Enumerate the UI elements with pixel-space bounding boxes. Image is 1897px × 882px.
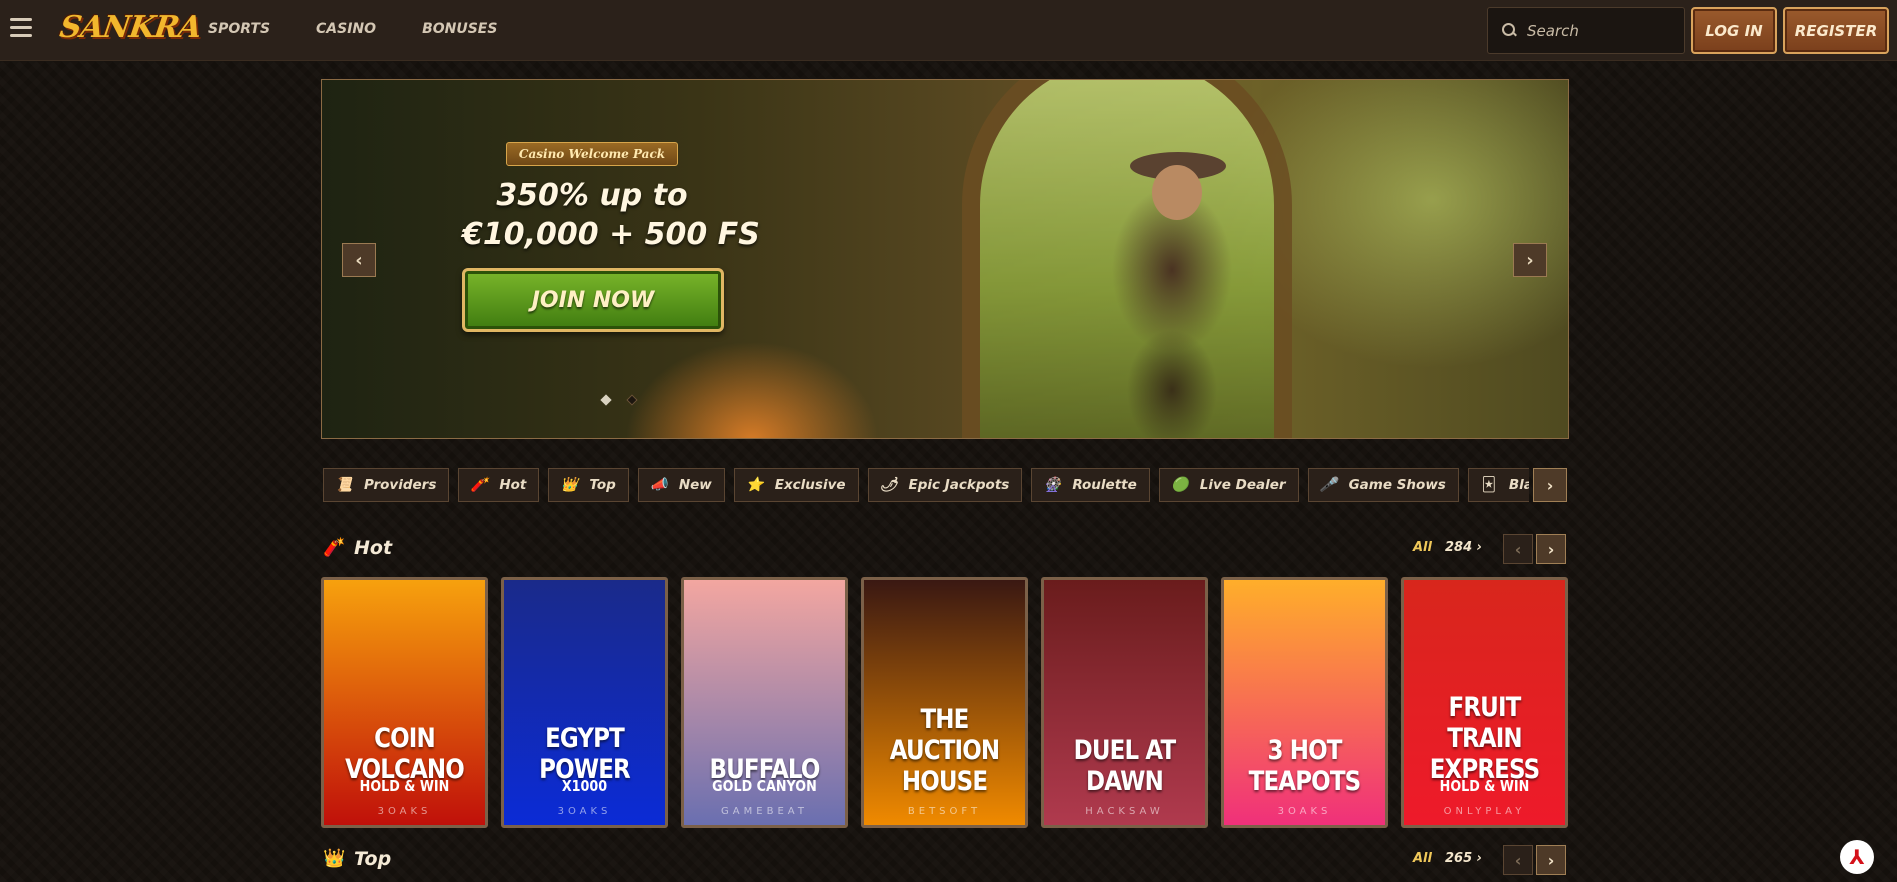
game-title: 3 HOT TEAPOTS [1248, 735, 1362, 797]
promo-title-line2: €10,000 + 500 FS [462, 217, 760, 252]
game-provider: BETSOFT [907, 806, 982, 817]
nav-bonuses[interactable]: BONUSES [422, 21, 497, 37]
main-nav: SPORTS CASINO BONUSES [208, 21, 497, 37]
game-title: DUEL AT DAWN [1073, 735, 1177, 797]
category-game-shows[interactable]: 🎤 Game Shows [1307, 468, 1459, 502]
game-tile[interactable]: FRUIT TRAIN EXPRESS HOLD & WIN ONLYPLAY [1401, 577, 1568, 828]
megaphone-icon: 📣 [650, 477, 668, 493]
hero-banner[interactable]: Casino Welcome Pack 350% up to €10,000 +… [321, 79, 1569, 439]
section-next-button[interactable]: › [1536, 534, 1566, 564]
top-header: SANKRA SPORTS CASINO BONUSES LOG IN REGI… [0, 0, 1897, 61]
category-providers[interactable]: 📜 Providers [323, 468, 450, 502]
chip-icon: 🟢 [1171, 477, 1189, 493]
category-label: Top [589, 477, 616, 493]
game-provider: ONLYPLAY [1443, 806, 1526, 817]
hot-games-row: COIN VOLCANO HOLD & WIN 3OAKS EGYPT POWER X1… [321, 577, 1568, 828]
section-title: Hot [354, 537, 393, 559]
game-subtitle: X1000 [561, 777, 608, 795]
game-tile[interactable]: DUEL AT DAWN HACKSAW [1041, 577, 1208, 828]
section-top-header: 👑 Top All 265 › ‹ › [323, 845, 1569, 875]
game-tile[interactable]: BUFFALO GOLD CANYON GAMEBEAT [681, 577, 848, 828]
dynamite-icon: 🧨 [323, 537, 346, 558]
category-live-dealer[interactable]: 🟢 Live Dealer [1158, 468, 1299, 502]
category-label: Game Shows [1348, 477, 1446, 493]
game-title: EGYPT POWER [539, 723, 631, 785]
carousel-dot-2[interactable] [626, 394, 638, 406]
roulette-icon: 🎡 [1043, 477, 1062, 493]
hero-prev-button[interactable]: ‹ [342, 243, 376, 277]
logo[interactable]: SANKRA [58, 10, 204, 45]
game-provider: 3OAKS [557, 806, 612, 817]
game-provider: 3OAKS [377, 806, 432, 817]
category-label: Providers [364, 477, 437, 493]
game-count-link[interactable]: 265 › [1445, 851, 1482, 866]
hero-head-image [1152, 165, 1202, 220]
game-title: THE AUCTION HOUSE [889, 704, 1000, 797]
game-tile[interactable]: COIN VOLCANO HOLD & WIN 3OAKS [321, 577, 488, 828]
promo-title-line1: 350% up to [496, 178, 688, 213]
section-prev-button[interactable]: ‹ [1503, 845, 1533, 875]
game-tile[interactable]: EGYPT POWER X1000 3OAKS [501, 577, 668, 828]
category-hot[interactable]: 🧨 Hot [458, 468, 540, 502]
category-label: New [678, 477, 712, 493]
chili-icon: 🌶 [879, 477, 898, 493]
register-button[interactable]: REGISTER [1783, 7, 1889, 54]
category-label: Hot [499, 477, 527, 493]
category-roulette[interactable]: 🎡 Roulette [1031, 468, 1150, 502]
nav-sports[interactable]: SPORTS [208, 21, 270, 37]
see-all-link[interactable]: All [1413, 851, 1432, 866]
category-epic-jackpots[interactable]: 🌶 Epic Jackpots [867, 468, 1023, 502]
category-exclusive[interactable]: ⭐ Exclusive [733, 468, 859, 502]
hero-content: Casino Welcome Pack 350% up to €10,000 +… [462, 142, 760, 332]
section-hot-header: 🧨 Hot All 284 › ‹ › [323, 534, 1569, 564]
game-tile[interactable]: THE AUCTION HOUSE BETSOFT [861, 577, 1028, 828]
category-label: Exclusive [774, 477, 846, 493]
game-provider: HACKSAW [1085, 806, 1164, 817]
category-label: Roulette [1072, 477, 1137, 493]
category-blackjack[interactable]: 🃏 Blackjack [1467, 468, 1529, 502]
categories-next-button[interactable]: › [1533, 468, 1567, 502]
game-tile[interactable]: 3 HOT TEAPOTS 3OAKS [1221, 577, 1388, 828]
dynamite-icon: 🧨 [470, 477, 489, 493]
category-new[interactable]: 📣 New [637, 468, 725, 502]
crown-icon: 👑 [560, 477, 579, 493]
promo-badge: Casino Welcome Pack [505, 142, 679, 166]
search-input[interactable] [1527, 21, 1677, 40]
hero-next-button[interactable]: › [1513, 243, 1547, 277]
see-all-link[interactable]: All [1413, 540, 1432, 555]
carousel-dot-1[interactable] [600, 394, 612, 406]
scroll-icon: 📜 [335, 477, 353, 493]
section-next-button[interactable]: › [1536, 845, 1566, 875]
game-subtitle: HOLD & WIN [359, 777, 450, 795]
game-provider: GAMEBEAT [721, 806, 808, 817]
game-count-link[interactable]: 284 › [1445, 540, 1482, 555]
category-top[interactable]: 👑 Top [548, 468, 629, 502]
category-label: Blackjack [1508, 477, 1529, 493]
section-prev-button[interactable]: ‹ [1503, 534, 1533, 564]
join-now-button[interactable]: JOIN NOW [462, 268, 724, 332]
crown-icon: 👑 [323, 848, 346, 869]
section-title: Top [354, 848, 392, 870]
category-label: Live Dealer [1199, 477, 1286, 493]
game-title: FRUIT TRAIN EXPRESS [1429, 692, 1540, 785]
nav-casino[interactable]: CASINO [316, 21, 376, 37]
microphone-icon: 🎤 [1319, 477, 1338, 493]
category-label: Epic Jackpots [908, 477, 1010, 493]
search-icon [1502, 23, 1517, 38]
game-title: COIN VOLCANO [345, 723, 465, 785]
carousel-dots [600, 394, 638, 406]
game-provider: 3OAKS [1277, 806, 1332, 817]
star-icon: ⭐ [746, 477, 764, 493]
pdf-icon[interactable]: ⅄ [1840, 840, 1874, 874]
login-button[interactable]: LOG IN [1691, 7, 1777, 54]
search-box[interactable] [1487, 7, 1685, 54]
game-subtitle: HOLD & WIN [1439, 777, 1530, 795]
category-bar: 📜 Providers 🧨 Hot 👑 Top 📣 New ⭐ Exclusive 🌶 Ep… [323, 468, 1529, 502]
menu-icon[interactable] [10, 18, 32, 42]
game-subtitle: GOLD CANYON [712, 777, 817, 795]
cards-icon: 🃏 [1481, 477, 1496, 493]
